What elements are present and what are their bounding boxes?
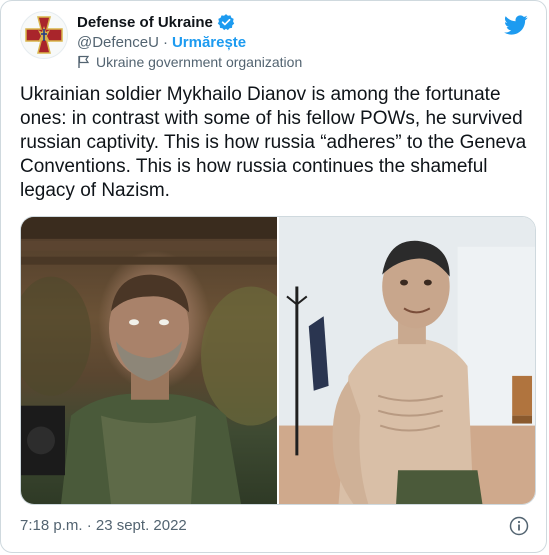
info-icon[interactable] (509, 516, 529, 536)
account-name-row: Defense of Ukraine (77, 13, 235, 31)
account-name[interactable]: Defense of Ukraine (77, 14, 213, 31)
tweet-text: Ukrainian soldier Mykhailo Dianov is amo… (20, 84, 527, 201)
ministry-emblem-icon (25, 16, 63, 54)
avatar[interactable] (20, 11, 68, 59)
verified-badge-icon (217, 14, 235, 31)
government-flag-icon (78, 55, 90, 68)
handle-separator: · (162, 34, 168, 51)
photo-soldier-after[interactable] (279, 217, 535, 504)
tweet-timestamp[interactable]: 7:18 p.m. · 23 sept. 2022 (20, 517, 187, 534)
soldier-before-image (21, 217, 277, 504)
account-label-row: Ukraine government organization (77, 54, 302, 70)
twitter-bird-icon[interactable] (504, 13, 528, 37)
tweet-media[interactable] (20, 216, 536, 505)
handle-row: @DefenceU · Urmărește (77, 34, 246, 51)
photo-soldier-before[interactable] (21, 217, 277, 504)
follow-button[interactable]: Urmărește (172, 34, 246, 51)
account-label: Ukraine government organization (96, 54, 303, 70)
soldier-after-image (279, 217, 535, 504)
tweet-card: Defense of Ukraine @DefenceU · Urmărește… (0, 0, 547, 553)
account-handle[interactable]: @DefenceU (77, 34, 159, 51)
